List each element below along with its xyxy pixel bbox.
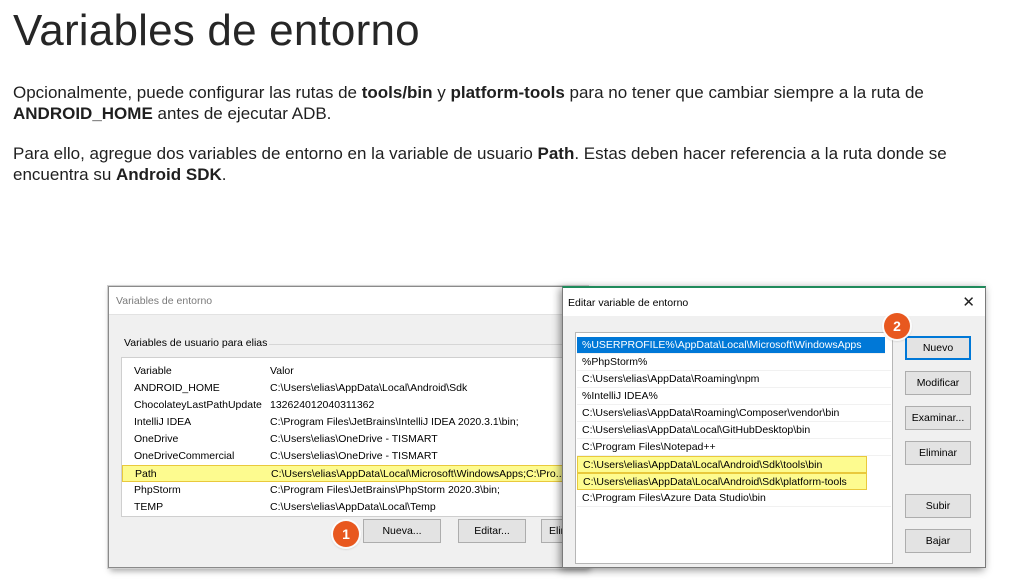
variable-value: C:\Users\elias\AppData\Local\Temp (270, 501, 436, 513)
variable-name: IntelliJ IDEA (134, 416, 192, 428)
path-entry[interactable]: %PhpStorm% (577, 354, 891, 371)
text-run: antes de ejecutar ADB. (152, 104, 332, 123)
move-up-button[interactable]: Subir (905, 494, 971, 518)
table-row[interactable]: ChocolateyLastPathUpdate 1326240120403113… (122, 397, 590, 414)
user-variables-group-label: Variables de usuario para elias (124, 337, 268, 349)
new-variable-button[interactable]: Nueva... (363, 519, 441, 543)
column-header-variable[interactable]: Variable (134, 363, 172, 380)
path-entry[interactable]: %IntelliJ IDEA% (577, 388, 891, 405)
table-row[interactable]: PhpStorm C:\Program Files\JetBrains\PhpSt… (122, 482, 590, 499)
table-row[interactable]: TEMP C:\Users\elias\AppData\Local\Temp (122, 499, 590, 516)
path-entries-list[interactable]: %USERPROFILE%\AppData\Local\Microsoft\Wi… (575, 332, 893, 564)
variable-name: OneDrive (134, 433, 179, 445)
bold-term: platform-tools (450, 83, 565, 102)
variable-name: Path (135, 468, 157, 480)
edit-variable-button[interactable]: Editar... (458, 519, 526, 543)
close-icon[interactable]: ✕ (962, 293, 975, 311)
table-row[interactable]: OneDrive C:\Users\elias\OneDrive - TISMAR… (122, 431, 590, 448)
bold-term: tools/bin (361, 83, 433, 102)
variable-value: C:\Users\elias\OneDrive - TISMART (270, 450, 438, 462)
step-2-badge: 2 (884, 313, 910, 339)
bold-term: Path (537, 144, 575, 163)
table-row[interactable]: IntelliJ IDEA C:\Program Files\JetBrains\… (122, 414, 590, 431)
path-entry[interactable]: C:\Users\elias\AppData\Local\GitHubDeskt… (577, 422, 891, 439)
variable-value: 132624012040311362 (270, 399, 375, 411)
text-run: Opcionalmente, puede configurar las ruta… (13, 83, 362, 102)
browse-button[interactable]: Examinar... (905, 406, 971, 430)
path-entry[interactable]: %USERPROFILE%\AppData\Local\Microsoft\Wi… (577, 337, 885, 354)
variable-name: ANDROID_HOME (134, 382, 220, 394)
env-window-title: Variables de entorno (116, 295, 213, 307)
column-header-value[interactable]: Valor (270, 363, 294, 380)
user-variables-list[interactable]: Variable Valor ANDROID_HOME C:\Users\elia… (121, 357, 591, 517)
new-entry-button[interactable]: Nuevo (905, 336, 971, 360)
table-row[interactable]: ANDROID_HOME C:\Users\elias\AppData\Local… (122, 380, 590, 397)
edit-dialog-title: Editar variable de entorno (568, 297, 689, 309)
variable-name: TEMP (134, 501, 164, 513)
bold-term: ANDROID_HOME (13, 104, 153, 123)
modify-entry-button[interactable]: Modificar (905, 371, 971, 395)
variable-value: C:\Program Files\JetBrains\IntelliJ IDEA… (270, 416, 519, 428)
variable-name: ChocolateyLastPathUpdate (134, 399, 262, 411)
path-entry[interactable]: C:\Users\elias\AppData\Local\Android\Sdk… (577, 473, 867, 490)
path-entry[interactable]: C:\Users\elias\AppData\Local\Android\Sdk… (577, 456, 867, 473)
delete-entry-button[interactable]: Eliminar (905, 441, 971, 465)
edit-variable-dialog: Editar variable de entorno ✕ %USERPROFIL… (562, 286, 986, 568)
path-entry[interactable]: C:\Users\elias\AppData\Roaming\npm (577, 371, 891, 388)
text-run: . (221, 165, 227, 184)
page-title: Variables de entorno (13, 6, 420, 55)
list-header: Variable Valor (122, 363, 590, 380)
variable-name: OneDriveCommercial (134, 450, 235, 462)
text-run: Para ello, agregue dos variables de ento… (13, 144, 538, 163)
bold-term: Android SDK (116, 165, 222, 184)
variable-value: C:\Users\elias\OneDrive - TISMART (270, 433, 438, 445)
path-entry[interactable]: C:\Program Files\Azure Data Studio\bin (577, 490, 891, 507)
step-1-badge: 1 (333, 521, 359, 547)
table-row[interactable]: Path C:\Users\elias\AppData\Local\Microso… (122, 465, 590, 482)
variable-value: C:\Users\elias\AppData\Local\Android\Sdk (270, 382, 468, 394)
text-run: para no tener que cambiar siempre a la r… (564, 83, 924, 102)
group-divider (269, 344, 587, 345)
path-entry[interactable]: C:\Program Files\Notepad++ (577, 439, 891, 456)
intro-paragraph: Opcionalmente, puede configurar las ruta… (13, 82, 1017, 124)
edit-dialog-titlebar: Editar variable de entorno ✕ (563, 288, 985, 316)
variable-name: PhpStorm (134, 484, 181, 496)
variable-value: C:\Users\elias\AppData\Local\Microsoft\W… (271, 468, 565, 480)
text-run: y (432, 83, 451, 102)
env-window-titlebar: Variables de entorno (109, 287, 587, 315)
instructions-paragraph: Para ello, agregue dos variables de ento… (13, 143, 1017, 185)
variable-value: C:\Program Files\JetBrains\PhpStorm 2020… (270, 484, 500, 496)
move-down-button[interactable]: Bajar (905, 529, 971, 553)
path-entry[interactable]: C:\Users\elias\AppData\Roaming\Composer\… (577, 405, 891, 422)
table-row[interactable]: OneDriveCommercial C:\Users\elias\OneDriv… (122, 448, 590, 465)
